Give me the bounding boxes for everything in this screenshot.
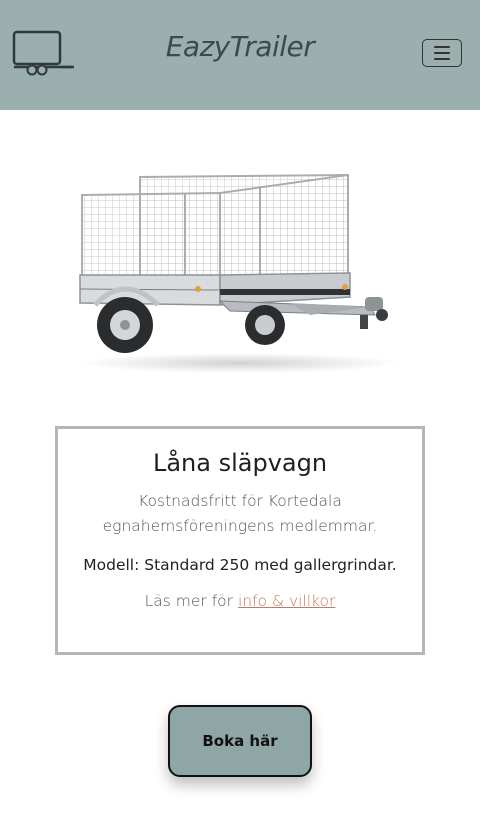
hamburger-menu-icon [434,46,450,60]
info-terms-link[interactable]: info & villkor [238,592,335,610]
trailer-image [70,165,410,380]
site-header: EazyTrailer [0,0,480,110]
card-description: Kostnadsfritt för Kortedala egnahemsföre… [102,492,378,535]
menu-button[interactable] [422,39,462,67]
info-card: Låna släpvagn Kostnadsfritt för Kortedal… [55,426,425,655]
card-title: Låna släpvagn [152,449,328,477]
card-more-text: Läs mer för info & villkor [58,592,422,610]
book-button[interactable]: Boka här [168,705,312,777]
card-more-prefix: Läs mer för [144,592,238,610]
card-model: Modell: Standard 250 med gallergrindar. [83,556,397,574]
brand-title[interactable]: EazyTrailer [0,30,480,63]
